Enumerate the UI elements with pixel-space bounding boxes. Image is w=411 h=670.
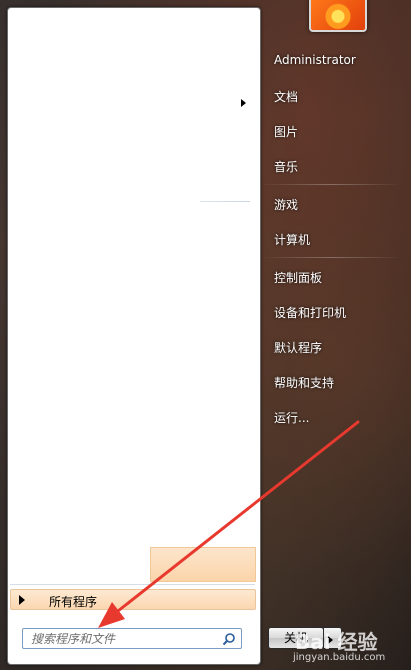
default-programs-link[interactable]: 默认程序 [274,339,322,356]
control-panel-link[interactable]: 控制面板 [274,269,322,286]
shutdown-button[interactable]: 关机 [268,627,324,649]
shutdown-options-button[interactable] [324,627,342,649]
documents-link[interactable]: 文档 [274,88,298,105]
music-link[interactable]: 音乐 [274,158,298,175]
devices-printers-link[interactable]: 设备和打印机 [274,304,346,321]
right-separator [264,184,398,185]
user-avatar[interactable] [309,0,367,32]
search-icon[interactable] [222,632,236,646]
pictures-link[interactable]: 图片 [274,123,298,140]
highlighted-program-item[interactable] [150,547,256,582]
help-support-link[interactable]: 帮助和支持 [274,374,334,391]
search-input[interactable] [23,629,221,648]
jump-list-arrow-icon[interactable] [241,99,246,107]
games-link[interactable]: 游戏 [274,196,298,213]
search-box[interactable] [22,628,242,649]
chevron-right-icon [19,595,25,605]
pinned-separator [200,201,250,202]
right-separator [264,257,398,258]
all-programs-label: 所有程序 [49,595,98,609]
user-name-link[interactable]: Administrator [274,53,356,67]
run-link[interactable]: 运行... [274,409,309,426]
computer-link[interactable]: 计算机 [274,231,310,248]
all-programs-separator [10,584,255,585]
all-programs-button[interactable]: 所有程序 [10,589,256,610]
